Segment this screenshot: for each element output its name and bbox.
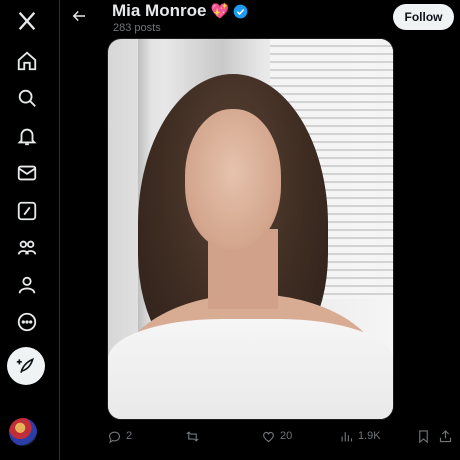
like-count: 20: [280, 430, 293, 442]
column-divider: [59, 0, 60, 460]
views-count: 1.9K: [358, 430, 381, 442]
back-arrow-icon[interactable]: [70, 7, 90, 27]
profile-header: Mia Monroe 💖 283 posts Follow: [60, 0, 460, 38]
home-icon[interactable]: [8, 42, 46, 80]
communities-icon[interactable]: [8, 229, 46, 267]
notifications-bell-icon[interactable]: [8, 117, 46, 155]
reply-count: 2: [126, 430, 133, 442]
repost-button[interactable]: [185, 426, 204, 446]
x-logo-icon[interactable]: [8, 2, 46, 40]
reply-button[interactable]: 2: [107, 426, 132, 446]
reply-bubble-icon: [108, 431, 121, 443]
account-avatar[interactable]: [9, 418, 37, 446]
left-sidebar: [0, 0, 55, 460]
media-photo[interactable]: [107, 38, 394, 420]
bookmark-icon: [419, 429, 428, 443]
profile-icon[interactable]: [8, 266, 46, 304]
heart-icon: [263, 431, 274, 442]
photo-white-top: [108, 319, 393, 419]
more-circle-icon[interactable]: [8, 303, 46, 341]
search-icon[interactable]: [8, 79, 46, 117]
share-button[interactable]: [438, 426, 453, 446]
repost-icon: [186, 430, 199, 442]
views-button[interactable]: 1.9K: [339, 426, 381, 446]
grok-icon[interactable]: [8, 192, 46, 230]
bookmark-button[interactable]: [416, 426, 431, 446]
views-bar-chart-icon: [341, 431, 353, 441]
follow-button[interactable]: Follow: [393, 4, 454, 30]
verified-badge-icon: [233, 4, 248, 18]
name-row: Mia Monroe 💖: [112, 1, 248, 21]
name-emoji: 💖: [210, 2, 230, 20]
share-upload-icon: [439, 429, 452, 442]
feather-plus-icon: [16, 357, 34, 373]
like-button[interactable]: 20: [261, 426, 292, 446]
display-name: Mia Monroe: [112, 1, 207, 20]
post-action-bar: 2 20 1.9K: [107, 426, 452, 446]
compose-post-button[interactable]: [7, 347, 45, 385]
photo-face: [185, 109, 281, 249]
post-count: 283 posts: [113, 22, 161, 34]
messages-envelope-icon[interactable]: [8, 154, 46, 192]
